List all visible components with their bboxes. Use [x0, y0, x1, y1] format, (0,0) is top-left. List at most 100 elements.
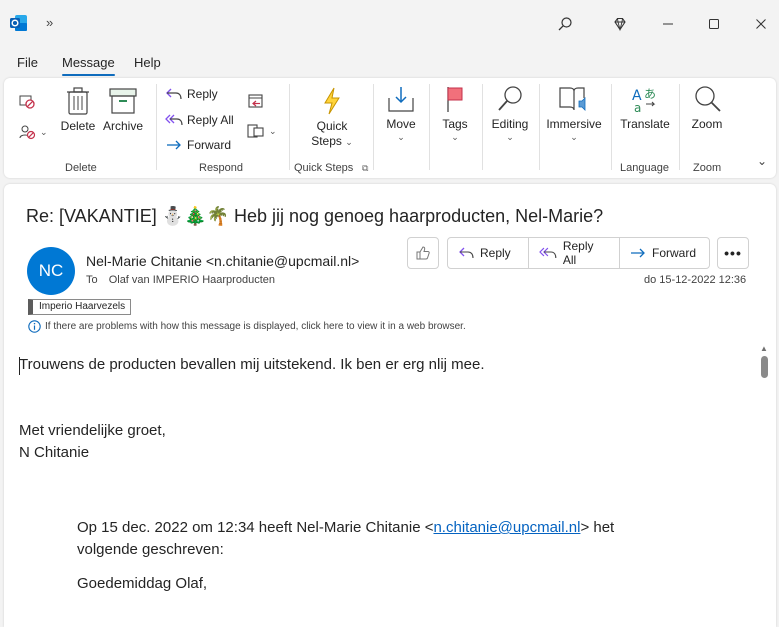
delete-button[interactable]: Delete	[59, 86, 97, 134]
chevron-down-icon: ⌄	[397, 132, 405, 142]
forward-button[interactable]: Forward	[620, 238, 709, 268]
thumbs-up-icon	[416, 246, 430, 260]
group-separator	[373, 84, 374, 170]
category-tag[interactable]: Imperio Haarvezels	[28, 299, 132, 315]
quote-header: Op 15 dec. 2022 om 12:34 heeft Nel-Marie…	[77, 519, 615, 536]
flag-icon	[447, 87, 463, 112]
quick-steps-button[interactable]: Quick Steps ⌄	[310, 86, 354, 150]
menu-file[interactable]: File	[17, 55, 38, 70]
menu-help[interactable]: Help	[134, 55, 161, 70]
menu-message[interactable]: Message	[62, 55, 115, 76]
group-separator	[611, 84, 612, 170]
outlook-icon[interactable]	[10, 14, 28, 32]
title-bar: »	[0, 0, 779, 48]
dialog-launcher-icon[interactable]: ⧉	[362, 163, 368, 174]
body-line: Trouwens de producten bevallen mij uitst…	[19, 356, 485, 373]
avatar[interactable]: NC	[27, 247, 75, 295]
forward-icon	[631, 248, 645, 258]
reply-icon	[166, 88, 182, 100]
more-actions-button[interactable]: •••	[717, 237, 749, 269]
block-user-icon	[19, 125, 36, 140]
reply-button[interactable]: Reply	[448, 238, 529, 268]
move-icon	[388, 87, 414, 112]
editing-button[interactable]: Editing ⌄	[488, 84, 532, 143]
search-icon[interactable]	[553, 12, 577, 36]
tags-button[interactable]: Tags ⌄	[437, 84, 473, 143]
reading-pane: Re: [VAKANTIE] ⛄🎄🌴 Heb jij nog genoeg ha…	[4, 184, 776, 627]
message-date: do 15-12-2022 12:36	[644, 274, 747, 286]
body-line: N Chitanie	[19, 444, 90, 461]
ignore-icon	[19, 95, 35, 109]
scrollbar[interactable]: ▲	[758, 344, 770, 627]
reply-all-icon	[539, 247, 557, 258]
chevron-down-icon: ⌄	[570, 132, 578, 142]
reply-icon	[459, 247, 474, 259]
chevron-down-icon: ⌄	[40, 126, 48, 137]
calendar-reply-icon	[248, 94, 263, 108]
group-label-delete: Delete	[65, 162, 97, 174]
group-label-respond: Respond	[199, 162, 244, 174]
more-respond-button[interactable]: ⌄	[247, 122, 277, 140]
group-separator	[289, 84, 290, 170]
editing-search-icon	[498, 86, 522, 111]
diamond-icon[interactable]	[608, 12, 632, 36]
im-reply-icon	[247, 124, 264, 138]
group-label-quick-steps: Quick Steps	[294, 162, 354, 174]
ignore-button[interactable]	[18, 94, 36, 110]
group-label-language: Language	[620, 162, 669, 174]
group-separator	[482, 84, 483, 170]
scrollbar-thumb[interactable]	[761, 356, 768, 378]
group-separator	[679, 84, 680, 170]
message-action-group: Reply Reply All Forward	[447, 237, 710, 269]
quote-greeting: Goedemiddag Olaf,	[77, 575, 208, 592]
more-commands-chevron[interactable]: »	[46, 15, 53, 30]
email-link[interactable]: n.chitanie@upcmail.nl	[433, 519, 580, 536]
ribbon-collapse-icon[interactable]: ⌄	[757, 154, 767, 168]
archive-button[interactable]: Archive	[101, 86, 145, 134]
ribbon-reply-all-button[interactable]: Reply All	[165, 113, 234, 127]
scroll-up-arrow-icon[interactable]: ▲	[760, 344, 768, 353]
zoom-button[interactable]: Zoom	[687, 84, 727, 132]
message-subject: Re: [VAKANTIE] ⛄🎄🌴 Heb jij nog genoeg ha…	[26, 206, 604, 226]
ribbon-reply-button[interactable]: Reply	[165, 87, 218, 101]
translate-button[interactable]: Aあa Translate	[617, 84, 673, 132]
group-separator	[539, 84, 540, 170]
trash-icon	[67, 87, 89, 115]
ribbon-forward-button[interactable]: Forward	[165, 138, 231, 152]
to-label: To	[86, 274, 98, 286]
forward-icon	[167, 140, 181, 150]
like-button[interactable]	[407, 237, 439, 269]
group-separator	[429, 84, 430, 170]
svg-text:あ: あ	[644, 87, 656, 101]
recipient-row: To Olaf van IMPERIO Haarproducten	[86, 274, 275, 286]
quote-header-line2: volgende geschreven:	[77, 541, 224, 558]
recipient-name[interactable]: Olaf van IMPERIO Haarproducten	[109, 274, 275, 286]
reply-all-icon	[165, 114, 183, 126]
immersive-reader-icon	[559, 87, 586, 111]
info-icon	[28, 320, 41, 333]
group-separator	[156, 84, 157, 170]
body-line: Met vriendelijke groet,	[19, 422, 166, 439]
close-icon[interactable]	[749, 12, 773, 36]
maximize-icon[interactable]	[702, 12, 726, 36]
immersive-reader-button[interactable]: Immersive ⌄	[545, 84, 603, 143]
chevron-down-icon: ⌄	[269, 125, 277, 136]
block-button[interactable]: ⌄	[18, 124, 48, 140]
chevron-down-icon: ⌄	[506, 132, 514, 142]
minimize-icon[interactable]	[656, 12, 680, 36]
zoom-icon	[695, 86, 721, 112]
lightning-icon	[324, 87, 340, 115]
meeting-reply-button[interactable]	[247, 92, 265, 110]
message-body[interactable]: Trouwens de producten bevallen mij uitst…	[19, 354, 754, 595]
reply-all-button[interactable]: Reply All	[529, 238, 620, 268]
chevron-down-icon: ⌄	[451, 132, 459, 142]
svg-text:a: a	[634, 101, 641, 114]
translate-icon: A あa	[632, 87, 656, 114]
menu-bar: File Message Help	[0, 48, 779, 78]
info-notice[interactable]: If there are problems with how this mess…	[28, 320, 466, 333]
sender-name[interactable]: Nel-Marie Chitanie <n.chitanie@upcmail.n…	[86, 253, 359, 269]
archive-icon	[109, 88, 137, 114]
group-label-zoom: Zoom	[693, 162, 722, 174]
move-button[interactable]: Move ⌄	[381, 84, 421, 143]
ribbon: ⌄ Delete Archive Delete Reply Reply All …	[4, 78, 776, 178]
